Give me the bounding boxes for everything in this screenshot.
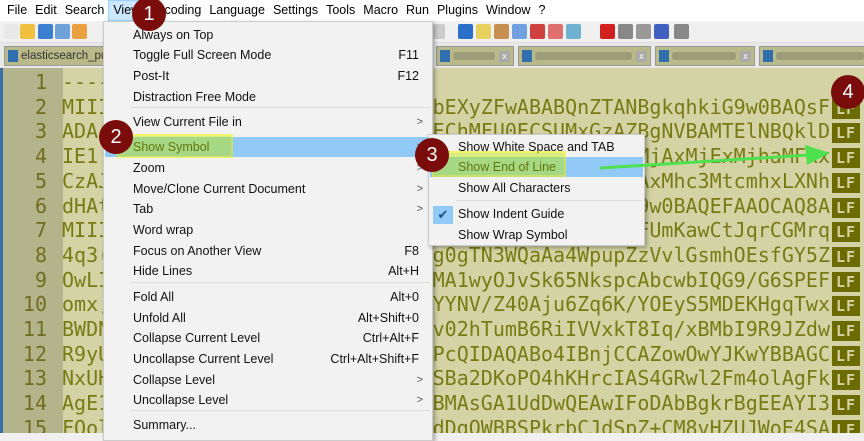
step-badge-4: 4	[831, 75, 864, 109]
step-badge-3: 3	[415, 138, 449, 172]
step-badge-2: 2	[99, 120, 133, 154]
annotation-arrow	[599, 145, 830, 170]
